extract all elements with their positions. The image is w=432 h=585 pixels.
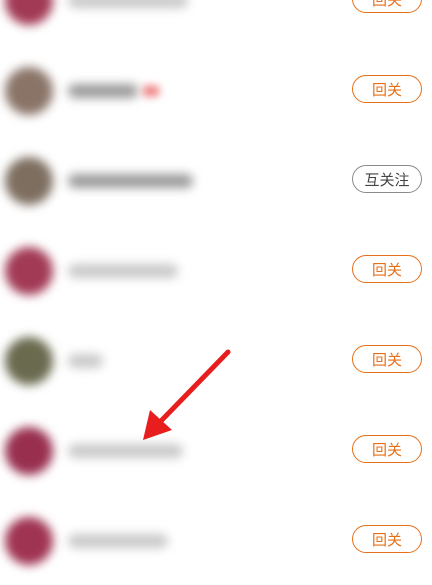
mutual-follow-button[interactable]: 互关注 [352, 165, 422, 193]
blurred-username[interactable] [68, 444, 183, 458]
avatar[interactable] [5, 247, 53, 295]
list-item[interactable]: 回关 [0, 405, 432, 495]
follower-list: 回关 回关 互关注 回关 回关 回关 回关 [0, 0, 432, 585]
blurred-badge [142, 85, 160, 97]
avatar[interactable] [5, 0, 53, 25]
follow-back-button[interactable]: 回关 [352, 435, 422, 463]
avatar[interactable] [5, 337, 53, 385]
blurred-username[interactable] [68, 0, 188, 8]
avatar[interactable] [5, 157, 53, 205]
list-item[interactable]: 回关 [0, 495, 432, 585]
list-item[interactable]: 回关 [0, 45, 432, 135]
blurred-username[interactable] [68, 264, 178, 278]
blurred-username[interactable] [68, 174, 193, 188]
avatar[interactable] [5, 427, 53, 475]
list-item[interactable]: 回关 [0, 225, 432, 315]
blurred-username[interactable] [68, 84, 138, 98]
blurred-username[interactable] [68, 534, 168, 548]
follow-back-button[interactable]: 回关 [352, 75, 422, 103]
avatar[interactable] [5, 517, 53, 565]
list-item[interactable]: 互关注 [0, 135, 432, 225]
list-item[interactable]: 回关 [0, 315, 432, 405]
avatar[interactable] [5, 67, 53, 115]
list-item[interactable]: 回关 [0, 0, 432, 45]
follow-back-button[interactable]: 回关 [352, 525, 422, 553]
follow-back-button[interactable]: 回关 [352, 255, 422, 283]
blurred-username[interactable] [68, 354, 103, 368]
follow-back-button[interactable]: 回关 [352, 0, 422, 13]
follow-back-button[interactable]: 回关 [352, 345, 422, 373]
